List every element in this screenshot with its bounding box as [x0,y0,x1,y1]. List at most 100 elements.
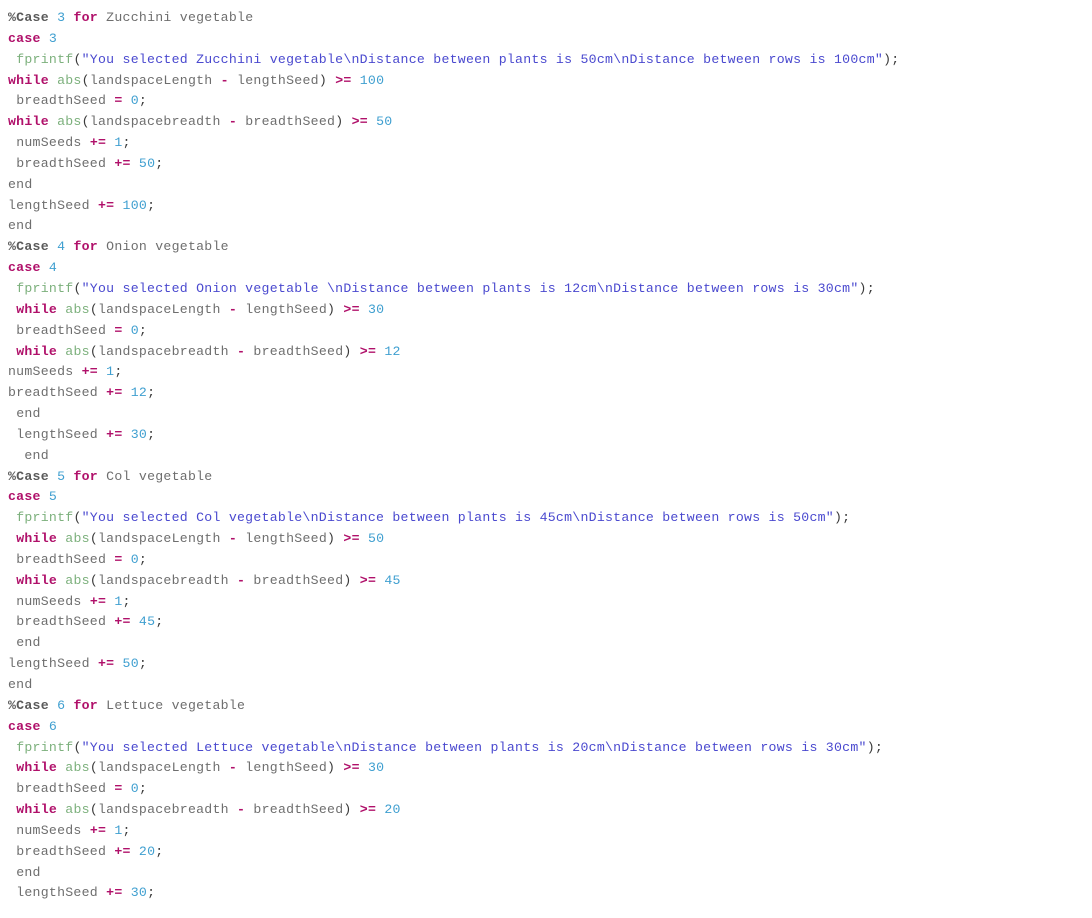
code-line: breadthSeed += 20; [8,842,1092,863]
code-line: numSeeds += 1; [8,133,1092,154]
code-token-punc: ( [81,72,90,88]
code-token-num: 0 [130,93,139,109]
code-line: while abs(landspaceLength - lengthSeed) … [8,300,1092,321]
code-line: while abs(landspaceLength - lengthSeed) … [8,529,1092,550]
code-token-plain: Lettuce vegetable [98,697,246,713]
code-token-kw: while [16,802,58,818]
code-token-kw: for [73,239,98,255]
code-line: while abs(landspaceLength - lengthSeed) … [8,71,1092,92]
code-token-op: += [114,614,131,630]
code-token-ident: end [16,406,41,422]
code-line: while abs(landspacebreadth - breadthSeed… [8,800,1092,821]
code-token-op: += [89,135,107,151]
code-line: case 5 [8,487,1092,508]
code-token-punc: ( [81,114,90,130]
code-token-kw: for [73,697,98,713]
code-token-punc: ; [155,155,164,171]
code-token-num: 20 [384,802,401,818]
code-token-ident: landspaceLength [98,531,221,547]
code-line: numSeeds += 1; [8,362,1092,383]
code-line: while abs(landspacebreadth - breadthSeed… [8,342,1092,363]
code-token-ident: lengthSeed [245,760,328,776]
code-token-punc: ( [73,280,82,296]
code-token-punc: ; [155,614,164,630]
code-token-kw: case [8,489,41,505]
code-token-num: 100 [359,72,385,88]
code-token-ident: landspacebreadth [89,114,221,130]
code-token-num: 50 [367,531,385,547]
code-token-ident: breadthSeed [253,572,344,588]
code-listing[interactable]: %Case 3 for Zucchini vegetable case 3 fpr… [0,0,1092,904]
code-token-ident: breadthSeed [16,551,107,567]
code-token-num: 12 [384,343,401,359]
code-token-num: 0 [130,322,139,338]
code-token-op: += [97,197,115,213]
code-token-punc: ) [343,343,352,359]
code-token-kw: while [8,72,49,88]
code-token-op: += [97,656,115,672]
code-token-punc: ; [138,93,148,109]
code-token-str: "You selected Onion vegetable \nDistance… [81,280,859,296]
code-token-punc: ; [138,551,148,567]
code-token-ident: numSeeds [16,135,82,151]
code-token-punc: ; [122,135,131,151]
code-token-punc: ) [343,572,352,588]
code-token-ident: end [8,218,33,234]
code-token-op: >= [343,760,360,776]
code-token-punc: ; [147,385,156,401]
code-token-punc: ; [147,885,156,901]
code-line: end [8,633,1092,654]
code-token-ident: lengthSeed [16,885,98,901]
code-token-plain: Col vegetable [98,468,213,484]
code-token-ident: breadthSeed [253,802,344,818]
code-token-num: 50 [122,656,139,672]
code-token-op: >= [343,301,360,317]
code-token-str: "You selected Zucchini vegetable\nDistan… [81,51,884,67]
code-token-ident: breadthSeed [16,781,107,797]
code-token-cmt: %Case [8,697,49,713]
code-token-ident: breadthSeed [16,614,107,630]
code-token-ident: lengthSeed [245,301,328,317]
code-token-op: += [106,885,123,901]
code-token-num: 12 [130,385,148,401]
code-token-op: += [81,364,98,380]
code-line: end [8,863,1092,884]
code-token-kw: for [73,10,98,25]
code-token-num: 45 [138,614,156,630]
code-token-op: - [228,531,238,547]
code-token-kw: while [16,531,58,547]
code-token-num: 6 [48,718,58,734]
